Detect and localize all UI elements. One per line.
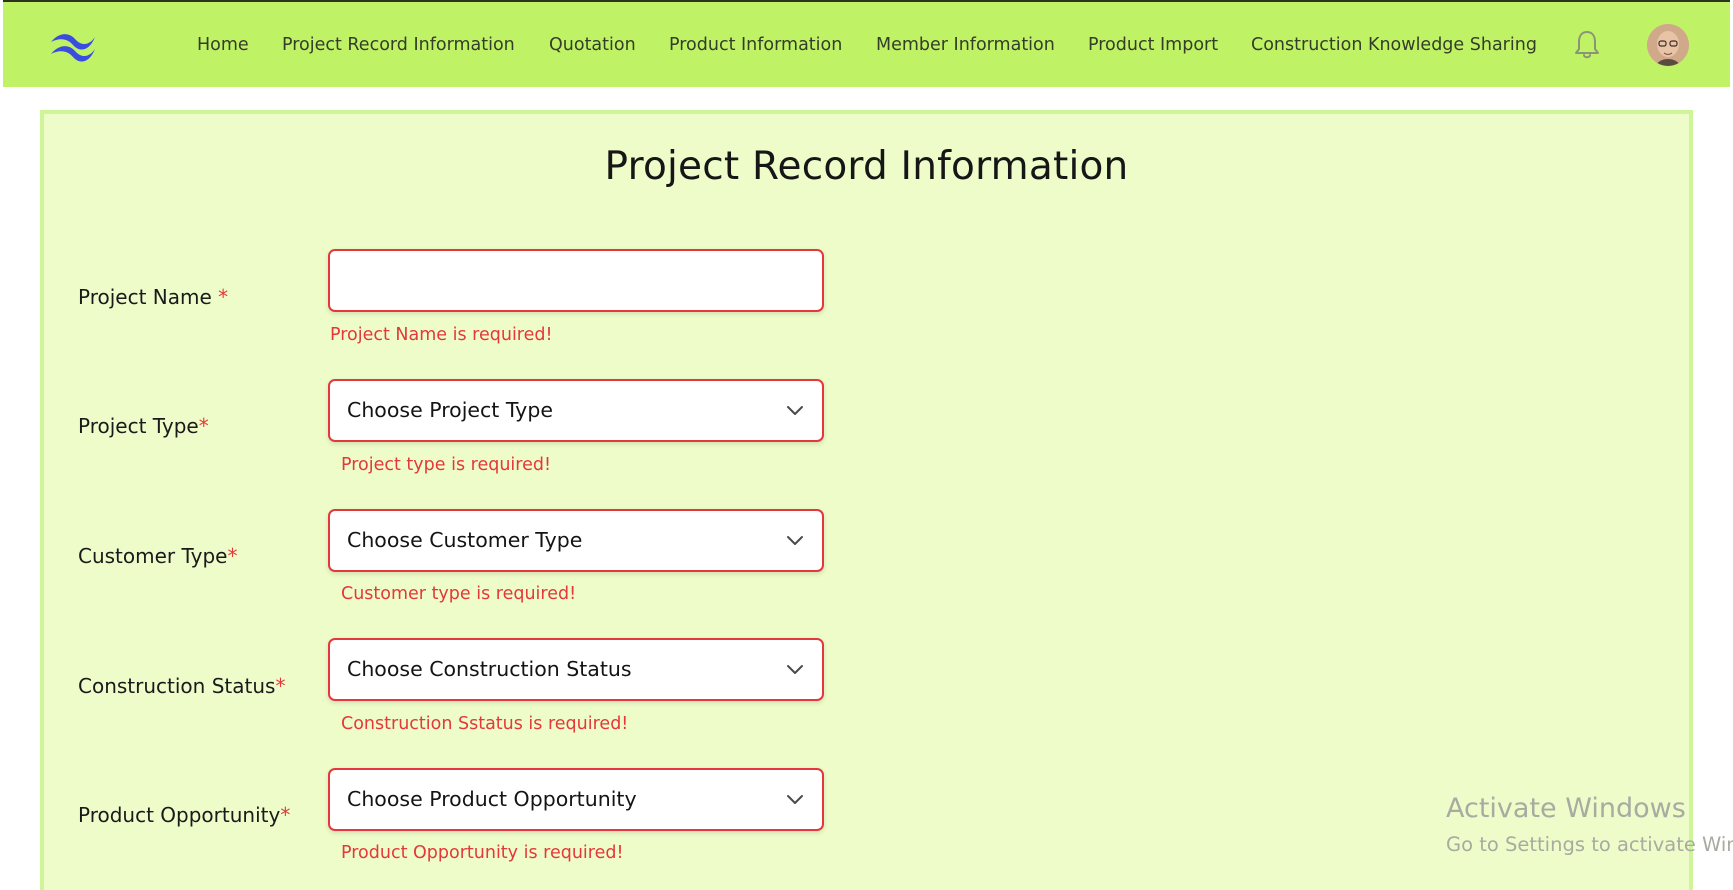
- required-mark: *: [280, 803, 291, 827]
- project-type-error: Project type is required!: [341, 455, 551, 475]
- nav-product-import[interactable]: Product Import: [1088, 35, 1218, 55]
- nav-construction-knowledge-sharing[interactable]: Construction Knowledge Sharing: [1251, 35, 1537, 55]
- user-avatar[interactable]: [1647, 24, 1689, 66]
- required-mark: *: [275, 674, 286, 698]
- nav-quotation[interactable]: Quotation: [549, 35, 636, 55]
- product-opportunity-select[interactable]: Choose Product Opportunity: [328, 768, 824, 831]
- project-name-field[interactable]: [328, 249, 824, 312]
- project-type-label-text: Project Type: [78, 414, 199, 438]
- activate-windows-watermark-title: Activate Windows: [1446, 793, 1686, 824]
- project-name-error: Project Name is required!: [330, 325, 553, 345]
- project-name-label: Project Name *: [78, 285, 228, 309]
- required-mark: *: [227, 544, 238, 568]
- project-type-select[interactable]: Choose Project Type: [328, 379, 824, 442]
- product-opportunity-selected-value: Choose Product Opportunity: [347, 787, 637, 811]
- construction-status-label-text: Construction Status: [78, 674, 276, 698]
- required-mark: *: [198, 414, 209, 438]
- product-opportunity-label: Product Opportunity*: [78, 803, 290, 827]
- nav-product-information[interactable]: Product Information: [669, 35, 842, 55]
- required-mark: *: [218, 285, 229, 309]
- nav-home[interactable]: Home: [197, 35, 249, 55]
- project-type-selected-value: Choose Project Type: [347, 398, 553, 422]
- customer-type-selected-value: Choose Customer Type: [347, 528, 583, 552]
- construction-status-selected-value: Choose Construction Status: [347, 657, 632, 681]
- customer-type-error: Customer type is required!: [341, 584, 577, 604]
- project-name-input[interactable]: [330, 251, 822, 310]
- chevron-down-icon: [787, 536, 803, 545]
- bell-icon[interactable]: [1572, 29, 1602, 61]
- chevron-down-icon: [787, 665, 803, 674]
- customer-type-select[interactable]: Choose Customer Type: [328, 509, 824, 572]
- customer-type-label: Customer Type*: [78, 544, 237, 568]
- nav-project-record-information[interactable]: Project Record Information: [282, 35, 515, 55]
- construction-status-label: Construction Status*: [78, 674, 285, 698]
- chevron-down-icon: [787, 406, 803, 415]
- top-navbar: Home Project Record Information Quotatio…: [3, 0, 1730, 87]
- project-type-label: Project Type*: [78, 414, 209, 438]
- project-name-label-text: Project Name: [78, 285, 219, 309]
- product-opportunity-error: Product Opportunity is required!: [341, 843, 624, 863]
- page-title: Project Record Information: [604, 144, 1129, 189]
- tailwind-logo-icon[interactable]: [47, 28, 99, 62]
- project-record-form-card: Project Record Information Project Name …: [40, 110, 1693, 890]
- customer-type-label-text: Customer Type: [78, 544, 228, 568]
- construction-status-error: Construction Sstatus is required!: [341, 714, 629, 734]
- chevron-down-icon: [787, 795, 803, 804]
- activate-windows-watermark-subtitle: Go to Settings to activate Win: [1446, 833, 1733, 856]
- product-opportunity-label-text: Product Opportunity: [78, 803, 281, 827]
- construction-status-select[interactable]: Choose Construction Status: [328, 638, 824, 701]
- nav-member-information[interactable]: Member Information: [876, 35, 1055, 55]
